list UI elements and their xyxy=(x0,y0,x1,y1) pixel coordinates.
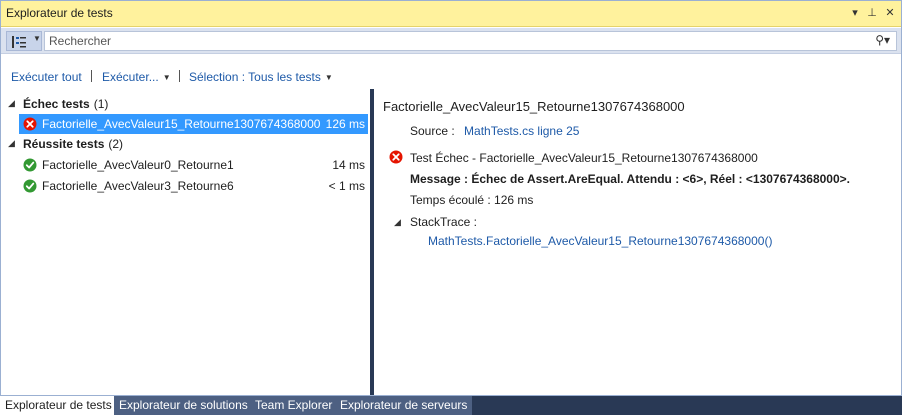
group-failed-tests[interactable]: ◢ Échec tests (1) xyxy=(1,94,370,114)
run-label: Exécuter... xyxy=(102,70,159,84)
chevron-down-icon: ▼ xyxy=(324,73,333,82)
detail-source: Source : MathTests.cs ligne 25 xyxy=(410,124,579,138)
test-name: Factorielle_AvecValeur3_Retourne6 xyxy=(42,179,234,193)
tab-team-explorer[interactable]: Team Explorer xyxy=(250,396,338,415)
search-input[interactable] xyxy=(49,33,859,49)
separator xyxy=(179,70,180,82)
tab-solution-explorer[interactable]: Explorateur de solutions xyxy=(114,396,253,415)
collapse-triangle-icon[interactable]: ◢ xyxy=(8,138,15,149)
tab-test-explorer[interactable]: Explorateur de tests xyxy=(0,396,117,415)
test-duration: 14 ms xyxy=(332,158,365,172)
test-failed-icon xyxy=(389,150,403,164)
detail-title: Factorielle_AvecValeur15_Retourne1307674… xyxy=(383,99,685,114)
test-name: Factorielle_AvecValeur0_Retourne1 xyxy=(42,158,234,172)
collapse-triangle-icon[interactable]: ◢ xyxy=(394,217,401,228)
source-link[interactable]: MathTests.cs ligne 25 xyxy=(464,124,579,138)
detail-message: Message : Échec de Assert.AreEqual. Atte… xyxy=(410,172,850,186)
separator xyxy=(91,70,92,82)
stacktrace-link[interactable]: MathTests.Factorielle_AvecValeur15_Retou… xyxy=(428,234,772,248)
action-bar: Exécuter tout Exécuter... ▼ Sélection : T… xyxy=(1,55,901,89)
test-list-pane: ◢ Échec tests (1) Factorielle_AvecValeur1… xyxy=(1,89,370,395)
detail-status: Test Échec - Factorielle_AvecValeur15_Re… xyxy=(410,151,758,165)
group-by-button[interactable]: ▼ xyxy=(6,31,42,51)
run-all-link[interactable]: Exécuter tout xyxy=(11,70,82,84)
chevron-down-icon: ▼ xyxy=(162,73,171,82)
test-name: Factorielle_AvecValeur15_Retourne1307674… xyxy=(42,117,321,131)
close-icon[interactable]: ✕ xyxy=(883,5,897,21)
test-row[interactable]: Factorielle_AvecValeur0_Retourne1 14 ms xyxy=(19,155,368,175)
window-menu-dropdown-icon[interactable]: ▾ xyxy=(848,5,862,21)
test-duration: < 1 ms xyxy=(328,179,365,193)
title-bar: Explorateur de tests ▾ ⊥ ✕ xyxy=(1,1,901,27)
pin-icon[interactable]: ⊥ xyxy=(865,5,879,21)
detail-elapsed: Temps écoulé : 126 ms xyxy=(410,193,534,207)
collapse-triangle-icon[interactable]: ◢ xyxy=(8,98,15,109)
chevron-down-icon: ▼ xyxy=(33,34,41,43)
test-passed-icon xyxy=(23,179,37,193)
source-label: Source : xyxy=(410,124,455,138)
group-label: Réussite tests xyxy=(23,137,105,151)
test-failed-icon xyxy=(23,117,37,131)
test-passed-icon xyxy=(23,158,37,172)
test-row[interactable]: Factorielle_AvecValeur3_Retourne6 < 1 ms xyxy=(19,176,368,196)
search-box[interactable]: ⚲▾ xyxy=(44,31,897,51)
search-icon[interactable]: ⚲▾ xyxy=(875,33,890,47)
stacktrace-label: StackTrace : xyxy=(410,215,477,229)
window-title: Explorateur de tests xyxy=(6,6,113,20)
test-duration: 126 ms xyxy=(325,117,365,131)
search-toolbar: ▼ ⚲▾ xyxy=(1,28,901,54)
group-count: (2) xyxy=(108,137,124,151)
group-count: (1) xyxy=(93,97,109,111)
selection-label: Sélection : Tous les tests xyxy=(189,70,321,84)
group-by-icon xyxy=(12,36,26,48)
bottom-tab-strip: Explorateur de tests Explorateur de solu… xyxy=(0,396,902,415)
test-row[interactable]: Factorielle_AvecValeur15_Retourne1307674… xyxy=(19,114,368,134)
test-detail-pane: Factorielle_AvecValeur15_Retourne1307674… xyxy=(374,89,901,395)
run-menu[interactable]: Exécuter... ▼ xyxy=(102,70,171,84)
tab-server-explorer[interactable]: Explorateur de serveurs xyxy=(335,396,473,415)
test-explorer-window: Explorateur de tests ▾ ⊥ ✕ ▼ ⚲▾ Exécuter… xyxy=(0,0,902,396)
group-label: Échec tests xyxy=(23,97,90,111)
selection-filter-menu[interactable]: Sélection : Tous les tests ▼ xyxy=(189,70,333,84)
group-passed-tests[interactable]: ◢ Réussite tests (2) xyxy=(1,134,370,154)
